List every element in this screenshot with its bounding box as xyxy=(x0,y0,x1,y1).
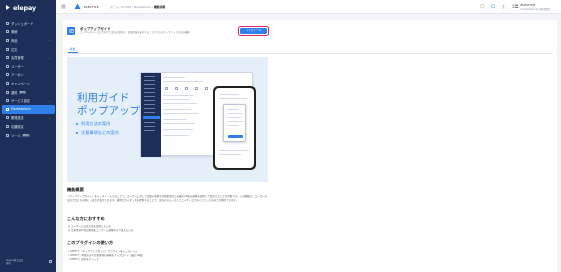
users-icon xyxy=(6,56,9,60)
banner-bullet: 注意事項などの案内 xyxy=(76,129,119,138)
sidebar-item-13[interactable]: ツール BETA xyxy=(2,131,55,140)
banner-title-line1: 利用ガイド xyxy=(77,92,130,104)
tenant-footer-role: 運用 xyxy=(6,261,11,265)
menu-icon[interactable] xyxy=(61,4,66,9)
elepay-logo-icon xyxy=(6,5,10,10)
sidebar-item-label: 開発設定 xyxy=(11,116,24,121)
list-item: ◎ 注意事項や特記事項をユーザーに画像付きで伝えたい方 xyxy=(68,229,134,233)
mockup-sidebar xyxy=(141,73,161,157)
howto-list: • STEP 1：「ポップアップガイド」プラグインをインストール • STEP … xyxy=(68,250,145,263)
breadcrumb-sep: / xyxy=(152,5,153,9)
sidebar-item-label: 商品 xyxy=(11,38,18,43)
switch-icon xyxy=(49,259,52,263)
breadcrumb-sep: / xyxy=(131,5,133,9)
howto-title: このプラグインの使い方 xyxy=(67,240,114,245)
breadcrumb-marketplace[interactable]: Marketplace xyxy=(134,5,151,9)
sidebar-item-8[interactable]: 通知 BETA xyxy=(2,88,55,97)
chevron-down-icon: ⌄ xyxy=(48,55,51,60)
bell-icon xyxy=(6,90,9,94)
box-icon xyxy=(6,38,9,42)
phone-screen xyxy=(215,88,254,168)
sidebar-item-label: ダッシュボード xyxy=(11,21,34,26)
tool-icon xyxy=(6,133,9,137)
breadcrumb-sep: / xyxy=(119,5,121,9)
tenant-logo-icon xyxy=(74,3,81,9)
plugin-banner-image: 利用ガイド ポップアップ 利用方法の案内 注意事項などの案内 xyxy=(67,57,268,182)
tenant-footer[interactable]: elepay株式会社 運用 xyxy=(6,259,52,265)
chevron-down-icon: ⌄ xyxy=(48,115,51,120)
tab-overview[interactable]: 概要 xyxy=(70,47,75,51)
sidebar-item-11[interactable]: 開発設定 ⌄ xyxy=(2,114,55,123)
sidebar-item-label: 通知 xyxy=(11,90,18,95)
banner-bullets: 利用方法の案内 注意事項などの案内 xyxy=(76,120,119,137)
user-icon xyxy=(6,64,9,68)
sidebar-item-0[interactable]: ダッシュボード xyxy=(2,19,55,28)
code-icon xyxy=(6,116,9,120)
banner-title-line2: ポップアップ xyxy=(77,104,140,117)
sidebar-item-label: 会員管理 xyxy=(11,56,24,61)
brand-name: elepay xyxy=(13,3,36,12)
recommend-title: こんな方におすすめ xyxy=(67,216,105,221)
tenant-name[interactable]: ELESTYLE xyxy=(84,5,99,9)
user-email: info@elestyle.jp 管理者権限 xyxy=(520,8,550,11)
receipt-icon xyxy=(6,30,9,34)
cart-icon xyxy=(6,47,9,51)
breadcrumb: ホーム / UnitUB / Marketplace / 機能詳細 xyxy=(110,5,165,9)
sidebar-item-label: クーポン xyxy=(11,73,24,78)
breadcrumb-home[interactable]: ホーム xyxy=(110,5,118,9)
sidebar-item-label: サービス設定 xyxy=(11,99,31,104)
sidebar-item-6[interactable]: クーポン xyxy=(2,71,55,80)
coupon-icon xyxy=(6,73,9,77)
sidebar-nav: ダッシュボード 明細 商品 ⌄ 注文 会員管理 ⌄ ユーザー クーポン キャンペーン 通知 BETA サ… xyxy=(2,19,55,139)
user-avatar-icon xyxy=(515,4,519,8)
recommend-list: ◎ ユーザーに決済方法を説明したい方 ◎ 注意事項や特記事項をユーザーに画像付き… xyxy=(68,225,133,233)
megaphone-icon xyxy=(6,81,9,85)
history-icon[interactable] xyxy=(480,4,485,9)
sidebar-item-label: 明細 xyxy=(11,30,18,35)
banner-bullet: 利用方法の案内 xyxy=(76,120,119,129)
list-item: • STEP 3：保存をクリック xyxy=(68,258,99,262)
grid-icon xyxy=(6,107,9,111)
beta-badge: BETA xyxy=(22,133,30,137)
chevron-down-icon: ⌄ xyxy=(48,98,51,103)
plugin-description: ユーザーのペースに合わせて決済の案内や、追加情報を表示することができるポップアッ… xyxy=(80,31,190,34)
plugin-icon xyxy=(67,27,75,35)
help-icon[interactable] xyxy=(490,4,496,9)
download-icon[interactable] xyxy=(501,4,506,9)
sidebar-item-7[interactable]: キャンペーン xyxy=(2,79,55,88)
brand-logo[interactable]: elepay xyxy=(5,3,36,12)
sidebar-item-2[interactable]: 商品 ⌄ xyxy=(2,36,55,45)
plugin-detail-card: ポップアップガイド ユーザーのペースに合わせて決済の案内や、追加情報を表示するこ… xyxy=(63,20,557,272)
breadcrumb-unit[interactable]: UnitUB xyxy=(121,5,131,9)
sidebar-item-5[interactable]: ユーザー xyxy=(2,62,55,71)
sidebar-item-3[interactable]: 注文 xyxy=(2,45,55,54)
sidebar-item-label: 注文 xyxy=(11,47,18,52)
popup-guide-mockup xyxy=(223,104,246,142)
sidebar-item-label: ツール xyxy=(11,133,21,138)
breadcrumb-current: 機能詳細 xyxy=(153,5,166,9)
sidebar-item-4[interactable]: 会員管理 ⌄ xyxy=(2,53,55,62)
beta-badge: BETA xyxy=(18,90,27,94)
sidebar-item-label: Marketplace xyxy=(11,107,31,112)
sidebar-item-10[interactable]: Marketplace xyxy=(2,104,55,114)
store-icon xyxy=(6,124,9,128)
popup-icon xyxy=(68,29,74,33)
phone-mockup xyxy=(213,86,256,170)
settings-icon xyxy=(6,99,9,103)
overview-text: 「ポップアップガイド」をインストールすることで、ユーザーに対して任意の項目や注意… xyxy=(67,195,267,202)
sidebar-item-label: ユーザー xyxy=(11,64,24,69)
banner-title: 利用ガイド ポップアップ xyxy=(77,92,140,117)
overview-title: 機能概要 xyxy=(67,187,84,192)
install-button[interactable]: インストール xyxy=(240,28,267,34)
sidebar-item-label: 店舗設定 xyxy=(11,124,24,129)
sidebar-item-9[interactable]: サービス設定 ⌄ xyxy=(2,96,55,105)
topbar: ELESTYLE ホーム / UnitUB / Marketplace / 機能… xyxy=(56,0,561,14)
sidebar-item-12[interactable]: 店舗設定 xyxy=(2,122,55,131)
top-icons xyxy=(480,4,516,9)
sidebar-item-label: キャンペーン xyxy=(11,81,30,86)
sidebar-item-1[interactable]: 明細 xyxy=(2,28,55,37)
dashboard-icon xyxy=(6,21,9,25)
chevron-down-icon: ⌄ xyxy=(48,38,51,43)
sidebar: elepay ダッシュボード 明細商品 ⌄ 注文会員管理 ⌄ ユーザークーポンキャンペーン… xyxy=(0,0,56,272)
